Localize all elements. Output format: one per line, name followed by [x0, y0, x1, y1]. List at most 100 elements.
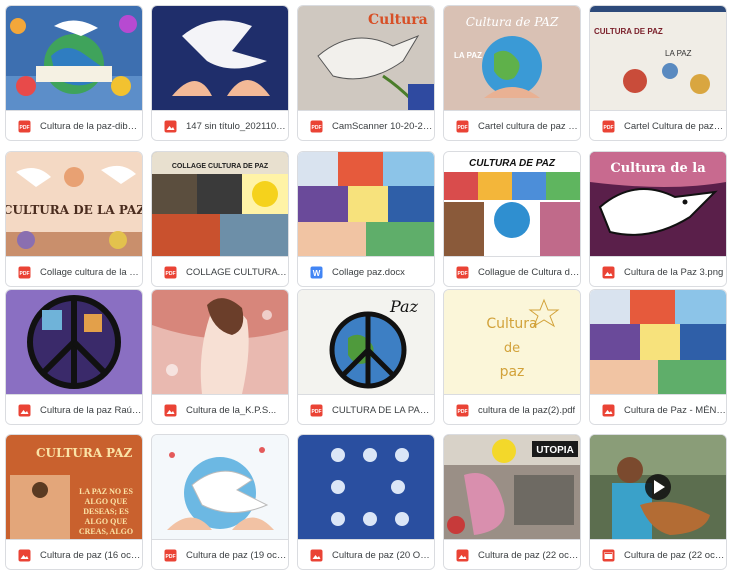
file-name: Cultura de paz (20 Oct ... — [332, 549, 434, 561]
thumb-title: UTOPIA — [536, 445, 574, 456]
thumb-title: Paz — [389, 297, 419, 316]
file-meta: PDF Cartel cultura de paz Di... — [444, 110, 580, 140]
file-grid: PDF Cultura de la paz-dibujo... 147 sin … — [0, 0, 737, 571]
file-name: Cultura de la paz-dibujo... — [40, 120, 142, 132]
file-card[interactable]: Paz PDF CULTURA DE LA PAZ(1... — [297, 289, 435, 425]
file-card[interactable]: CULTURA DE PAZ PDF Collague de Cultura d… — [443, 151, 581, 287]
thumb-title: CULTURA DE LA PAZ — [6, 203, 142, 217]
image-icon — [164, 404, 177, 417]
file-meta: PDF Cartel Cultura de paz_... — [590, 110, 726, 140]
thumb-title: COLLAGE CULTURA DE PAZ — [172, 163, 269, 170]
file-card[interactable]: Cultura de la paz Raúl ... — [5, 289, 143, 425]
file-card[interactable]: UTOPIA Cultura de paz (22 oct ... — [443, 434, 581, 570]
thumb-title: Cultura — [486, 316, 537, 332]
svg-text:PDF: PDF — [20, 125, 30, 131]
file-card[interactable]: CULTURA DE PAZ LA PAZ PDF Cartel Cultura… — [589, 5, 727, 141]
svg-text:PDF: PDF — [458, 271, 468, 277]
file-card[interactable]: CULTURA PAZ LA PAZ NO ES ALGO QUE DESEAS… — [5, 434, 143, 570]
file-card[interactable]: Cultura de paz (22 oct ... — [589, 434, 727, 570]
file-meta: PDF CULTURA DE LA PAZ(1... — [298, 394, 434, 424]
file-meta: W Collage paz.docx — [298, 256, 434, 286]
image-icon — [18, 549, 31, 562]
file-card[interactable]: PDF Cultura de paz (19 oct ... — [151, 434, 289, 570]
file-thumbnail: UTOPIA — [444, 435, 580, 539]
pdf-icon: PDF — [164, 266, 177, 279]
file-name: COLLAGE CULTURA DE PAZ... — [186, 266, 288, 278]
file-thumbnail — [152, 6, 288, 110]
svg-text:PDF: PDF — [604, 125, 614, 131]
file-thumbnail: Cultura de PAZ LA PAZ — [444, 6, 580, 110]
file-meta: Cultura de la Paz 3.png — [590, 256, 726, 286]
thumb-title: CULTURA DE PAZ — [594, 27, 663, 36]
image-icon — [456, 549, 469, 562]
image-icon — [602, 266, 615, 279]
file-thumbnail — [152, 435, 288, 539]
file-thumbnail — [6, 290, 142, 394]
file-name: Cartel Cultura de paz_... — [624, 120, 726, 132]
file-card[interactable]: COLLAGE CULTURA DE PAZ PDF COLLAGE CULTU… — [151, 151, 289, 287]
file-name: Cultura de paz (16 oct ... — [40, 549, 142, 561]
file-card[interactable]: Cultura PDF CamScanner 10-20-2021... — [297, 5, 435, 141]
file-thumbnail — [6, 6, 142, 110]
file-name: Cultura de la_K.P.S... — [186, 404, 277, 416]
file-name: Cultura de paz (19 oct ... — [186, 549, 288, 561]
file-name: CULTURA DE LA PAZ(1... — [332, 404, 434, 416]
file-name: Collague de Cultura de ... — [478, 266, 580, 278]
file-thumbnail — [298, 435, 434, 539]
file-thumbnail — [590, 435, 726, 539]
file-meta: PDF cultura de la paz(2).pdf — [444, 394, 580, 424]
file-card[interactable]: CULTURA DE LA PAZ PDF Collage cultura de… — [5, 151, 143, 287]
file-thumbnail: Cultura de la — [590, 152, 726, 256]
file-card[interactable]: 147 sin título_20211019... — [151, 5, 289, 141]
file-name: Collage cultura de la paz... — [40, 266, 142, 278]
file-meta: Cultura de paz (22 oct ... — [444, 539, 580, 569]
svg-text:PDF: PDF — [312, 409, 322, 415]
file-card[interactable]: PDF Cultura de la paz-dibujo... — [5, 5, 143, 141]
pdf-icon: PDF — [18, 120, 31, 133]
file-meta: Cultura de la paz Raúl ... — [6, 394, 142, 424]
file-card[interactable]: Cultura de paz PDF cultura de la paz(2).… — [443, 289, 581, 425]
video-icon — [602, 549, 615, 562]
file-name: 147 sin título_20211019... — [186, 120, 288, 132]
file-meta: PDF Cultura de paz (19 oct ... — [152, 539, 288, 569]
file-meta: PDF COLLAGE CULTURA DE PAZ... — [152, 256, 288, 286]
thumb-subtitle: paz — [500, 364, 525, 380]
file-thumbnail: CULTURA PAZ LA PAZ NO ES ALGO QUE DESEAS… — [6, 435, 142, 539]
svg-text:PDF: PDF — [166, 271, 176, 277]
file-card[interactable]: W Collage paz.docx — [297, 151, 435, 287]
file-thumbnail: Cultura — [298, 6, 434, 110]
pdf-icon: PDF — [164, 549, 177, 562]
svg-text:W: W — [313, 269, 321, 278]
pdf-icon: PDF — [310, 120, 323, 133]
file-name: Collage paz.docx — [332, 266, 405, 278]
thumb-quote: LA PAZ NO ES ALGO QUE DESEAS; ES ALGO QU… — [78, 487, 134, 536]
file-thumbnail — [298, 152, 434, 256]
pdf-icon: PDF — [602, 120, 615, 133]
file-card[interactable]: Cultura de la_K.P.S... — [151, 289, 289, 425]
file-meta: Cultura de paz (16 oct ... — [6, 539, 142, 569]
file-thumbnail: Cultura de paz — [444, 290, 580, 394]
file-name: CamScanner 10-20-2021... — [332, 120, 434, 132]
file-name: Cultura de la paz Raúl ... — [40, 404, 142, 416]
file-name: cultura de la paz(2).pdf — [478, 404, 576, 416]
file-thumbnail — [152, 290, 288, 394]
file-thumbnail: Paz — [298, 290, 434, 394]
file-card[interactable]: Cultura de la Cultura de la Paz 3.png — [589, 151, 727, 287]
file-name: Cultura de paz (22 oct ... — [478, 549, 580, 561]
file-meta: Cultura de paz (22 oct ... — [590, 539, 726, 569]
thumb-title: CULTURA — [36, 446, 103, 460]
file-thumbnail: CULTURA DE LA PAZ — [6, 152, 142, 256]
thumb-subtitle: de — [504, 341, 520, 356]
svg-text:PDF: PDF — [312, 125, 322, 131]
file-thumbnail: CULTURA DE PAZ — [444, 152, 580, 256]
file-card[interactable]: Cultura de paz (20 Oct ... — [297, 434, 435, 570]
file-card[interactable]: Cultura de Paz - MÉND... — [589, 289, 727, 425]
file-meta: 147 sin título_20211019... — [152, 110, 288, 140]
pdf-icon: PDF — [456, 404, 469, 417]
pdf-icon: PDF — [18, 266, 31, 279]
file-card[interactable]: Cultura de PAZ LA PAZ PDF Cartel cultura… — [443, 5, 581, 141]
thumb-title: Cultura de PAZ — [466, 15, 559, 29]
file-meta: PDF Collague de Cultura de ... — [444, 256, 580, 286]
file-thumbnail — [590, 290, 726, 394]
pdf-icon: PDF — [456, 120, 469, 133]
